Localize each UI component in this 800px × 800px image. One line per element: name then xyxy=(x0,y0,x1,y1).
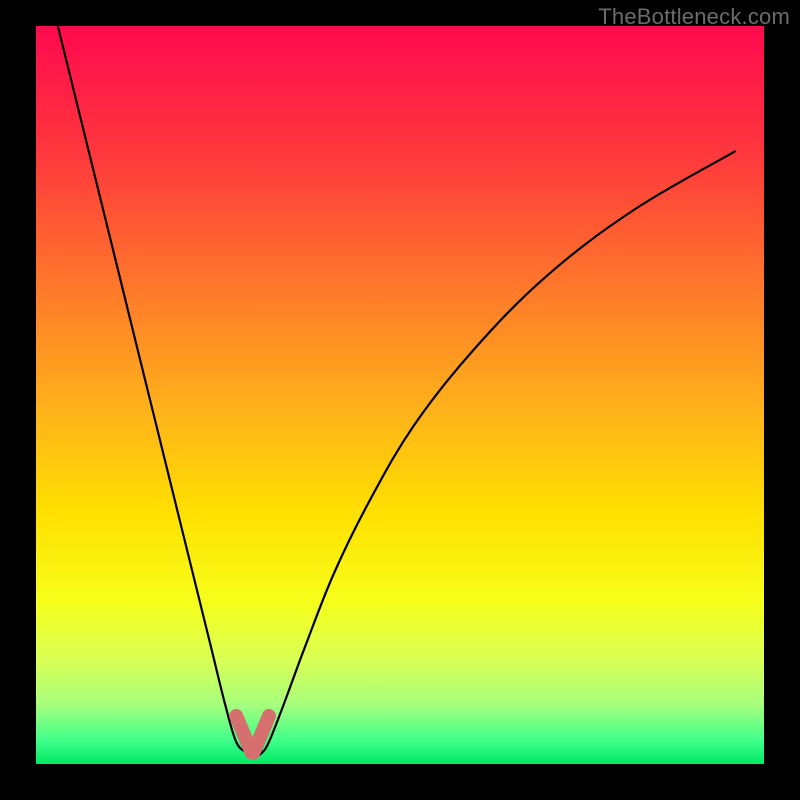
bottleneck-chart xyxy=(0,0,800,800)
chart-frame: TheBottleneck.com xyxy=(0,0,800,800)
watermark-text: TheBottleneck.com xyxy=(598,4,790,30)
plot-background xyxy=(36,26,764,764)
